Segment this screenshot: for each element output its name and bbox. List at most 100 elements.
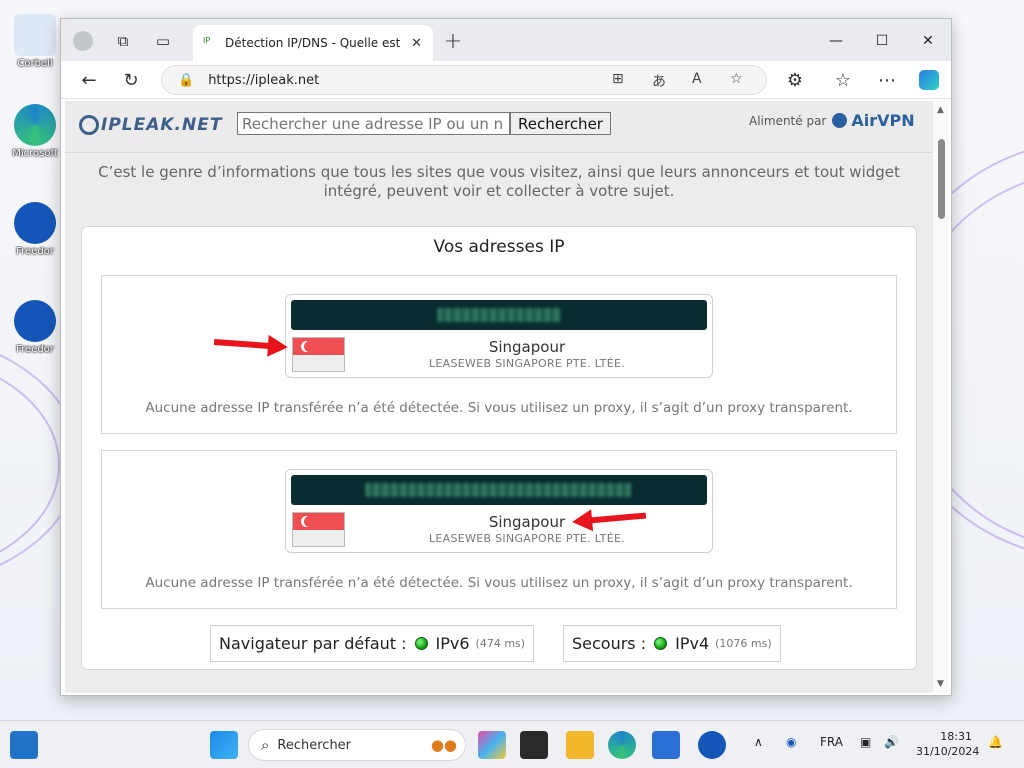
protocol-label: Secours : xyxy=(572,634,647,653)
maximize-icon: ☐ xyxy=(875,33,889,49)
magnifier-logo-icon xyxy=(79,115,99,135)
taskbar-search[interactable]: ⌕ Rechercher ●● xyxy=(248,729,466,761)
airvpn-label: AirVPN xyxy=(851,111,915,130)
tab-title: Détection IP/DNS - Quelle est vot xyxy=(225,36,403,50)
favorites-button[interactable]: ☆ xyxy=(829,66,857,94)
desktop-icon-label: Freedor xyxy=(16,246,54,257)
favorite-star-icon[interactable]: ☆ xyxy=(730,71,743,87)
read-aloud-icon[interactable]: A xyxy=(692,71,702,87)
ip-isp: LEASEWEB SINGAPORE PTE. LTÉE. xyxy=(428,532,626,545)
latency-value: (1076 ms) xyxy=(715,637,772,650)
scroll-down-icon[interactable]: ▼ xyxy=(937,679,944,689)
default-browser-protocol: Navigateur par défaut : IPv6 (474 ms) xyxy=(210,625,535,662)
language-indicator[interactable]: FRA xyxy=(820,735,843,749)
more-icon: ⋯ xyxy=(878,69,896,91)
refresh-button[interactable]: ↻ xyxy=(117,66,145,94)
copilot-button[interactable] xyxy=(915,66,943,94)
puzzle-icon: ⚙ xyxy=(786,69,804,91)
status-green-dot-icon xyxy=(414,637,428,650)
app-available-icon[interactable]: ⊞ xyxy=(612,71,624,87)
workspaces-button[interactable]: ⧉ xyxy=(109,27,137,55)
desktop-icon-edge[interactable]: Microsoft xyxy=(6,104,64,159)
page-scrollbar[interactable]: ▲ ▼ xyxy=(933,101,949,693)
halloween-pumpkin-icon: ●● xyxy=(430,736,457,754)
search-icon: ⌕ xyxy=(261,736,270,754)
tab-ipleak[interactable]: IP Détection IP/DNS - Quelle est vot ✕ xyxy=(193,25,433,61)
forwarded-ip-note: Aucune adresse IP transférée n’a été dét… xyxy=(145,400,853,416)
recycle-bin-icon xyxy=(14,14,56,56)
new-tab-button[interactable]: + xyxy=(439,27,467,55)
ip-country: Singapour xyxy=(488,513,566,531)
notification-bell-icon[interactable]: 🔔 xyxy=(988,735,1003,749)
store-icon[interactable] xyxy=(652,731,680,759)
ip-addresses-panel: Vos adresses IP Singapour LEASEWEB SINGA… xyxy=(81,226,917,670)
protocol-value: IPv4 xyxy=(675,634,710,653)
copilot-pre-icon[interactable] xyxy=(478,731,506,759)
site-favicon-icon: IP xyxy=(203,36,211,45)
translate-icon[interactable]: あ xyxy=(652,71,666,91)
ip-entry-box: Singapour LEASEWEB SINGAPORE PTE. LTÉE. … xyxy=(101,275,897,434)
desktop-icon-recycle-bin[interactable]: Corbeil xyxy=(6,14,64,69)
ip-search-input[interactable] xyxy=(237,112,510,135)
scroll-thumb[interactable] xyxy=(938,139,945,219)
intro-text: C’est le genre d’informations que tous l… xyxy=(98,163,900,200)
desktop-icon-freedome-2[interactable]: Freedor xyxy=(6,300,64,355)
desktop-icon-freedome[interactable]: Freedor xyxy=(6,202,64,257)
back-button[interactable]: ← xyxy=(75,66,103,94)
airvpn-link[interactable]: AirVPN xyxy=(832,111,915,130)
start-windows-icon[interactable] xyxy=(210,731,238,759)
tray-overflow-chevron-icon[interactable]: ∧ xyxy=(754,735,763,749)
singapore-flag-icon xyxy=(292,337,345,372)
clock-date: 31/10/2024 xyxy=(916,745,980,758)
navigation-bar: ← ↻ 🔒 https://ipleak.net ⊞ あ A ☆ ⚙ ☆ ⋯ xyxy=(61,61,951,99)
close-window-button[interactable]: ✕ xyxy=(905,27,951,55)
status-green-dot-icon xyxy=(654,637,668,650)
ip-country: Singapour xyxy=(488,338,566,356)
more-menu-button[interactable]: ⋯ xyxy=(873,66,901,94)
network-icon[interactable]: ▣ xyxy=(860,735,871,749)
freedome-icon xyxy=(14,202,56,244)
file-explorer-icon[interactable] xyxy=(566,731,594,759)
clock[interactable]: 18:31 31/10/2024 xyxy=(916,729,980,759)
desktop-icon-label: Corbeil xyxy=(17,58,53,69)
arrow-left-icon: ← xyxy=(81,69,97,91)
freedome-icon xyxy=(14,300,56,342)
fallback-protocol: Secours : IPv4 (1076 ms) xyxy=(563,625,781,662)
protocol-value: IPv6 xyxy=(435,634,470,653)
volume-icon[interactable]: 🔊 xyxy=(884,735,899,749)
extensions-button[interactable]: ⚙ xyxy=(781,66,809,94)
taskbar-search-label: Rechercher xyxy=(277,737,352,753)
ip-isp: LEASEWEB SINGAPORE PTE. LTÉE. xyxy=(428,357,626,370)
freedome-taskbar-icon[interactable] xyxy=(698,731,726,759)
workspaces-icon: ⧉ xyxy=(117,32,129,50)
maximize-button[interactable]: ☐ xyxy=(859,27,905,55)
task-view-icon[interactable] xyxy=(520,731,548,759)
ip-card: Singapour LEASEWEB SINGAPORE PTE. LTÉE. xyxy=(285,294,713,378)
favorites-icon: ☆ xyxy=(834,69,852,91)
edge-taskbar-icon[interactable] xyxy=(608,731,636,759)
browser-window: ⧉ ▭ IP Détection IP/DNS - Quelle est vot… xyxy=(60,18,952,696)
scroll-up-icon[interactable]: ▲ xyxy=(937,105,944,115)
ip-card: Singapour LEASEWEB SINGAPORE PTE. LTÉE. xyxy=(285,469,713,553)
minimize-button[interactable]: — xyxy=(813,27,859,55)
desktop-icon-label: Freedor xyxy=(16,344,54,355)
singapore-flag-icon xyxy=(292,512,345,547)
redacted-ip xyxy=(365,483,631,497)
panel-title: Vos adresses IP xyxy=(433,237,565,257)
site-logo[interactable]: IPLEAK.NET xyxy=(79,115,222,135)
airvpn-logo-icon xyxy=(832,113,848,128)
close-tab-icon[interactable]: ✕ xyxy=(411,36,422,51)
tab-actions-button[interactable]: ▭ xyxy=(149,27,177,55)
tray-freedome-icon[interactable]: ◉ xyxy=(786,735,796,749)
refresh-icon: ↻ xyxy=(123,69,139,91)
profile-button[interactable] xyxy=(69,27,97,55)
protocol-label: Navigateur par défaut : xyxy=(219,634,407,653)
tab-actions-icon: ▭ xyxy=(155,32,171,50)
address-bar[interactable]: 🔒 https://ipleak.net ⊞ あ A ☆ xyxy=(161,65,767,95)
widgets-icon[interactable] xyxy=(10,731,38,759)
redacted-ip xyxy=(437,308,561,322)
forwarded-ip-note: Aucune adresse IP transférée n’a été dét… xyxy=(145,575,853,591)
url-text: https://ipleak.net xyxy=(208,72,320,88)
search-button[interactable]: Rechercher xyxy=(510,112,611,135)
tab-bar: ⧉ ▭ IP Détection IP/DNS - Quelle est vot… xyxy=(61,19,951,61)
